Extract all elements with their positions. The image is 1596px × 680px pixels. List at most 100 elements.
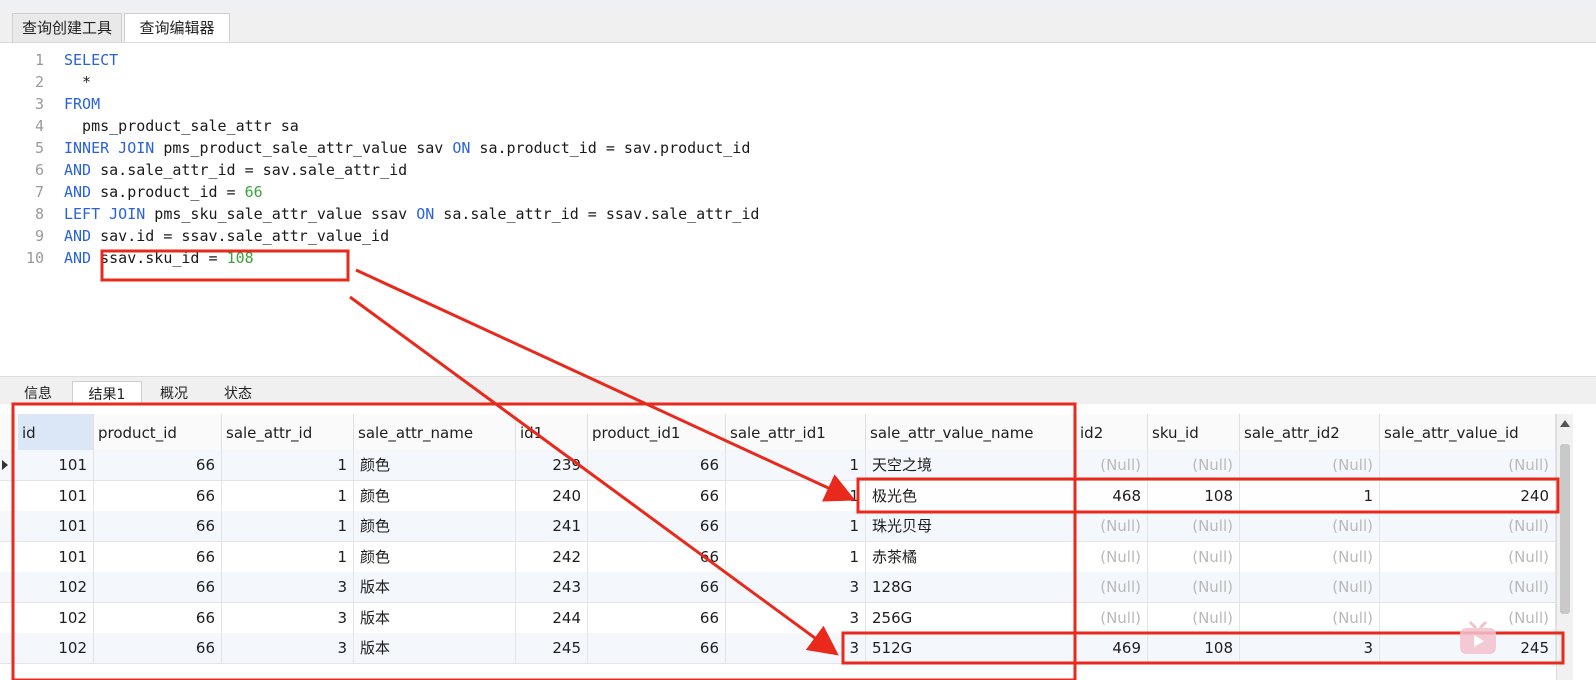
column-header[interactable]: sale_attr_value_id xyxy=(1380,414,1556,450)
column-header[interactable]: sku_id xyxy=(1148,414,1240,450)
table-cell[interactable]: (Null) xyxy=(1240,572,1380,602)
table-cell[interactable]: 101 xyxy=(18,511,94,541)
result-grid[interactable]: id product_id sale_attr_id sale_attr_name id… xyxy=(0,404,1596,680)
table-cell[interactable]: 66 xyxy=(94,541,222,572)
column-header[interactable]: sale_attr_id2 xyxy=(1240,414,1380,450)
table-cell[interactable]: 1 xyxy=(1240,480,1380,511)
table-cell[interactable]: 3 xyxy=(726,572,866,602)
column-header[interactable]: sale_attr_id1 xyxy=(726,414,866,450)
table-cell[interactable]: (Null) xyxy=(1240,450,1380,480)
table-cell[interactable]: 3 xyxy=(222,602,354,633)
table-cell[interactable]: 468 xyxy=(1076,480,1148,511)
table-cell[interactable]: (Null) xyxy=(1380,511,1556,541)
tab-query-builder[interactable]: 查询创建工具 xyxy=(12,13,122,42)
table-cell[interactable]: 102 xyxy=(18,602,94,633)
table-cell[interactable]: (Null) xyxy=(1076,572,1148,602)
table-cell[interactable]: (Null) xyxy=(1076,541,1148,572)
table-cell[interactable]: 1 xyxy=(222,511,354,541)
table-cell[interactable]: 469 xyxy=(1076,633,1148,663)
table-cell[interactable]: 66 xyxy=(588,480,726,511)
table-cell[interactable]: 239 xyxy=(516,450,588,480)
table-cell[interactable]: 版本 xyxy=(354,572,516,602)
table-cell[interactable]: (Null) xyxy=(1148,602,1240,633)
table-row[interactable]: 101 66 1 颜色 240 66 1 极光色 468 108 1 240 xyxy=(0,480,1556,512)
tab-query-editor[interactable]: 查询编辑器 xyxy=(124,13,230,42)
table-cell[interactable]: (Null) xyxy=(1148,511,1240,541)
table-cell[interactable]: (Null) xyxy=(1076,602,1148,633)
table-cell[interactable]: 256G xyxy=(866,602,1076,633)
table-cell[interactable]: 240 xyxy=(516,480,588,511)
table-row[interactable]: 101 66 1 颜色 241 66 1 珠光贝母 (Null) (Null) (Null) (Nul… xyxy=(0,511,1556,542)
table-cell[interactable]: 240 xyxy=(1380,480,1556,511)
table-cell[interactable]: 241 xyxy=(516,511,588,541)
table-cell[interactable]: 颜色 xyxy=(354,541,516,572)
table-cell[interactable]: (Null) xyxy=(1380,450,1556,480)
table-cell[interactable]: 66 xyxy=(94,480,222,511)
table-cell[interactable]: 66 xyxy=(94,572,222,602)
table-row[interactable]: 101 66 1 颜色 242 66 1 赤茶橘 (Null) (Null) (Null) (Null… xyxy=(0,541,1556,573)
table-cell[interactable]: (Null) xyxy=(1240,541,1380,572)
table-cell[interactable]: 3 xyxy=(726,602,866,633)
column-header[interactable]: id xyxy=(18,414,94,450)
table-cell[interactable]: 1 xyxy=(726,541,866,572)
table-cell[interactable]: (Null) xyxy=(1148,541,1240,572)
table-cell[interactable]: 颜色 xyxy=(354,480,516,511)
table-cell[interactable]: 245 xyxy=(516,633,588,663)
table-cell[interactable]: (Null) xyxy=(1240,602,1380,633)
table-cell[interactable]: 244 xyxy=(516,602,588,633)
table-row[interactable]: 101 66 1 颜色 239 66 1 天空之境 (Null) (Null) (Null) (Nul… xyxy=(0,450,1556,481)
table-cell[interactable]: 3 xyxy=(222,633,354,663)
table-row[interactable]: 102 66 3 版本 244 66 3 256G (Null) (Null) (Null) (Nul… xyxy=(0,602,1556,634)
table-cell[interactable]: 颜色 xyxy=(354,511,516,541)
table-cell[interactable]: 66 xyxy=(94,450,222,480)
table-cell[interactable]: 66 xyxy=(94,602,222,633)
table-cell[interactable]: 101 xyxy=(18,480,94,511)
table-cell[interactable]: 108 xyxy=(1148,633,1240,663)
table-cell[interactable]: (Null) xyxy=(1380,541,1556,572)
column-header[interactable]: product_id1 xyxy=(588,414,726,450)
column-header[interactable]: product_id xyxy=(94,414,222,450)
table-cell[interactable]: 66 xyxy=(588,572,726,602)
table-cell[interactable]: 极光色 xyxy=(866,480,1076,511)
table-cell[interactable]: 66 xyxy=(94,511,222,541)
table-cell[interactable]: 66 xyxy=(588,633,726,663)
table-row[interactable]: 102 66 3 版本 243 66 3 128G (Null) (Null) (Null) (Nul… xyxy=(0,572,1556,603)
table-cell[interactable]: 108 xyxy=(1148,480,1240,511)
table-cell[interactable]: 1 xyxy=(222,450,354,480)
table-cell[interactable]: 66 xyxy=(94,633,222,663)
tab-result1[interactable]: 结果1 xyxy=(72,381,142,405)
table-cell[interactable]: 101 xyxy=(18,541,94,572)
table-cell[interactable]: 102 xyxy=(18,572,94,602)
table-cell[interactable]: 1 xyxy=(222,480,354,511)
table-cell[interactable]: (Null) xyxy=(1076,511,1148,541)
column-header[interactable]: sale_attr_id xyxy=(222,414,354,450)
table-cell[interactable]: 赤茶橘 xyxy=(866,541,1076,572)
table-cell[interactable]: 3 xyxy=(222,572,354,602)
table-cell[interactable]: (Null) xyxy=(1240,511,1380,541)
table-cell[interactable]: 66 xyxy=(588,602,726,633)
table-cell[interactable]: 1 xyxy=(726,511,866,541)
table-cell[interactable]: 102 xyxy=(18,633,94,663)
table-cell[interactable]: (Null) xyxy=(1148,450,1240,480)
table-cell[interactable]: (Null) xyxy=(1148,572,1240,602)
tab-status[interactable]: 状态 xyxy=(208,381,268,405)
table-cell[interactable]: 1 xyxy=(222,541,354,572)
table-cell[interactable]: 66 xyxy=(588,450,726,480)
table-cell[interactable]: 1 xyxy=(726,450,866,480)
table-cell[interactable]: 101 xyxy=(18,450,94,480)
table-cell[interactable]: 版本 xyxy=(354,602,516,633)
table-cell[interactable]: 版本 xyxy=(354,633,516,663)
table-cell[interactable]: 128G xyxy=(866,572,1076,602)
column-header[interactable]: id1 xyxy=(516,414,588,450)
column-header[interactable]: sale_attr_name xyxy=(354,414,516,450)
scroll-up-icon[interactable] xyxy=(1560,420,1570,427)
table-cell[interactable]: 天空之境 xyxy=(866,450,1076,480)
table-cell[interactable]: 66 xyxy=(588,541,726,572)
table-cell[interactable]: 3 xyxy=(1240,633,1380,663)
table-cell[interactable]: 3 xyxy=(726,633,866,663)
tab-profile[interactable]: 概况 xyxy=(144,381,204,405)
table-row[interactable]: 102 66 3 版本 245 66 3 512G 469 108 3 245 xyxy=(0,633,1556,664)
table-cell[interactable]: (Null) xyxy=(1076,450,1148,480)
tab-info[interactable]: 信息 xyxy=(10,381,66,405)
table-cell[interactable]: 1 xyxy=(726,480,866,511)
